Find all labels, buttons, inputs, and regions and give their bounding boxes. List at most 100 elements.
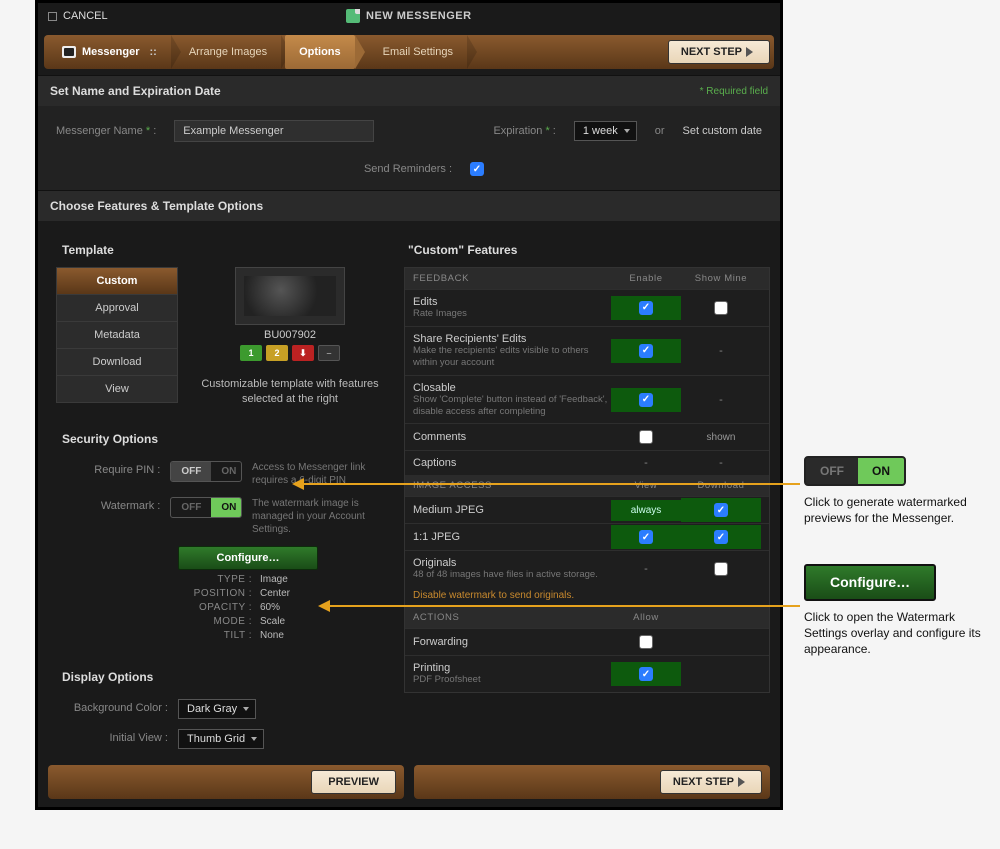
template-download[interactable]: Download xyxy=(56,348,178,375)
tab-email-settings[interactable]: Email Settings xyxy=(369,35,467,69)
or-text: or xyxy=(655,125,665,137)
preview-image-id: BU007902 xyxy=(194,329,386,341)
template-custom[interactable]: Custom xyxy=(56,267,178,294)
features-heading: "Custom" Features xyxy=(404,233,770,267)
caret-down-icon xyxy=(251,737,257,741)
tab-messenger[interactable]: Messenger :: xyxy=(48,35,171,69)
callout-toggle: OFF ON Click to generate watermarked pre… xyxy=(804,456,984,527)
features-table: FEEDBACK Enable Show Mine EditsRate Imag… xyxy=(404,267,770,693)
section-features: Choose Features & Template Options xyxy=(38,190,780,221)
actions-header: ACTIONS Allow xyxy=(405,607,769,628)
initial-view-row: Initial View : Thumb Grid xyxy=(56,724,386,754)
originals-download-checkbox[interactable] xyxy=(714,562,728,576)
row-closable: ClosableShow 'Complete' button instead o… xyxy=(405,375,769,424)
next-step-button-bottom[interactable]: NEXT STEP xyxy=(660,770,762,794)
titlebar: CANCEL NEW MESSENGER xyxy=(38,3,780,29)
send-reminders-checkbox[interactable] xyxy=(470,162,484,176)
caret-down-icon xyxy=(624,129,630,133)
messenger-name-label: Messenger Name * : xyxy=(56,125,156,137)
footer-bar-left: PREVIEW xyxy=(48,765,404,799)
arrow-head-icon xyxy=(318,600,330,612)
close-icon xyxy=(48,12,57,21)
section-name-expiration: Set Name and Expiration Date * Required … xyxy=(38,75,780,106)
medium-download-checkbox[interactable] xyxy=(714,503,728,517)
dialog-window: CANCEL NEW MESSENGER Messenger :: Arrang… xyxy=(35,0,783,810)
comments-enable-checkbox[interactable] xyxy=(639,430,653,444)
template-preview: BU007902 1 2 ⬇ – Customizable template w… xyxy=(194,267,386,408)
rating-reject[interactable]: ⬇ xyxy=(292,345,314,361)
arrow-head-icon xyxy=(292,478,304,490)
preview-thumbnail xyxy=(235,267,345,325)
printing-allow-checkbox[interactable] xyxy=(639,667,653,681)
annotation-arrow-configure xyxy=(328,605,800,607)
chevron-right-icon xyxy=(746,47,753,57)
watermark-row: Watermark : OFF ON The watermark image i… xyxy=(56,492,386,541)
expiration-label: Expiration * : xyxy=(493,125,555,137)
image-access-header: IMAGE ACCESS View Download xyxy=(405,475,769,496)
footer-bar-right: NEXT STEP xyxy=(414,765,770,799)
forwarding-allow-checkbox[interactable] xyxy=(639,635,653,649)
messenger-name-input[interactable] xyxy=(174,120,374,142)
share-enable-checkbox[interactable] xyxy=(639,344,653,358)
bg-color-select[interactable]: Dark Gray xyxy=(178,699,256,719)
watermark-help: The watermark image is managed in your A… xyxy=(252,497,382,536)
caret-down-icon xyxy=(243,707,249,711)
row-forwarding: Forwarding xyxy=(405,628,769,655)
tab-options[interactable]: Options xyxy=(285,35,355,69)
row-printing: PrintingPDF Proofsheet xyxy=(405,655,769,692)
chevron-right-icon xyxy=(738,777,745,787)
row-share-edits: Share Recipients' EditsMake the recipien… xyxy=(405,326,769,375)
rating-row: 1 2 ⬇ – xyxy=(194,345,386,361)
template-metadata[interactable]: Metadata xyxy=(56,321,178,348)
callout-configure-button: Configure… xyxy=(804,564,936,601)
required-note: * Required field xyxy=(700,86,768,97)
template-approval[interactable]: Approval xyxy=(56,294,178,321)
callout-configure: Configure… Click to open the Watermark S… xyxy=(804,564,984,657)
require-pin-label: Require PIN : xyxy=(60,461,160,476)
jpeg11-download-checkbox[interactable] xyxy=(714,530,728,544)
left-column: Template Custom Approval Metadata Downlo… xyxy=(56,233,386,745)
watermark-details: TYPE :Image POSITION :Center OPACITY :60… xyxy=(182,574,318,641)
template-note: Customizable template with features sele… xyxy=(194,377,386,408)
security-heading: Security Options xyxy=(56,422,386,456)
template-row: Custom Approval Metadata Download View B… xyxy=(56,267,386,408)
template-view[interactable]: View xyxy=(56,375,178,403)
next-step-button-top[interactable]: NEXT STEP xyxy=(668,40,770,64)
tab-arrange-images[interactable]: Arrange Images xyxy=(175,35,281,69)
row-captions: Captions - - xyxy=(405,450,769,475)
wizard-tabs: Messenger :: Arrange Images Options Emai… xyxy=(38,29,780,75)
template-heading: Template xyxy=(56,233,386,267)
callout-on-toggle: OFF ON xyxy=(804,456,906,486)
rating-approve[interactable]: 1 xyxy=(240,345,262,361)
send-reminders-label: Send Reminders : xyxy=(364,163,452,175)
row-comments: Comments shown xyxy=(405,423,769,450)
row-11-jpeg: 1:1 JPEG xyxy=(405,523,769,550)
row-edits: EditsRate Images xyxy=(405,289,769,326)
edits-show-checkbox[interactable] xyxy=(714,301,728,315)
window-title: NEW MESSENGER xyxy=(108,9,710,23)
set-custom-date-link[interactable]: Set custom date xyxy=(683,125,763,137)
require-pin-row: Require PIN : OFF ON Access to Messenger… xyxy=(56,456,386,492)
preview-button[interactable]: PREVIEW xyxy=(311,770,396,794)
watermark-label: Watermark : xyxy=(60,497,160,512)
rating-none[interactable]: – xyxy=(318,345,340,361)
messenger-icon xyxy=(62,46,76,58)
watermark-toggle[interactable]: OFF ON xyxy=(170,497,242,518)
feedback-header: FEEDBACK Enable Show Mine xyxy=(405,268,769,289)
bg-color-row: Background Color : Dark Gray xyxy=(56,694,386,724)
require-pin-toggle[interactable]: OFF ON xyxy=(170,461,242,482)
callout-on-text: Click to generate watermarked previews f… xyxy=(804,494,984,526)
expiration-select[interactable]: 1 week xyxy=(574,121,637,141)
initial-view-label: Initial View : xyxy=(60,729,168,744)
annotation-arrow-toggle xyxy=(302,483,800,485)
jpeg11-view-checkbox[interactable] xyxy=(639,530,653,544)
cancel-button[interactable]: CANCEL xyxy=(48,10,108,22)
security-options: Security Options Require PIN : OFF ON Ac… xyxy=(56,422,386,646)
initial-view-select[interactable]: Thumb Grid xyxy=(178,729,264,749)
configure-button[interactable]: Configure… xyxy=(178,546,318,570)
cancel-label: CANCEL xyxy=(63,10,108,22)
rating-alt[interactable]: 2 xyxy=(266,345,288,361)
edits-enable-checkbox[interactable] xyxy=(639,301,653,315)
configure-row: Configure… TYPE :Image POSITION :Center … xyxy=(56,541,386,646)
closable-enable-checkbox[interactable] xyxy=(639,393,653,407)
